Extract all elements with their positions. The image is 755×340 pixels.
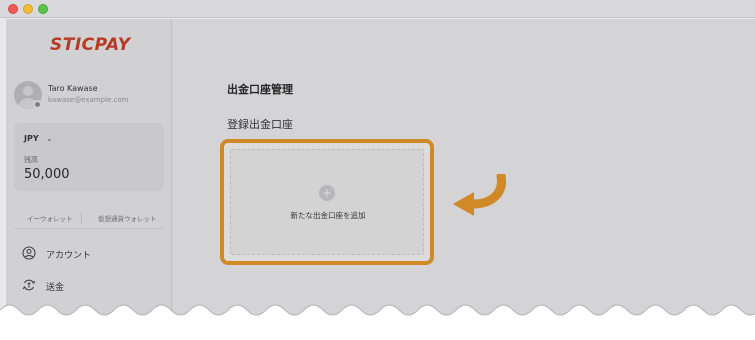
chevron-down-icon[interactable]: ⌄ — [46, 134, 53, 143]
maximize-window-button[interactable] — [38, 4, 48, 14]
torn-edge — [0, 304, 755, 340]
balance-card: JPY ⌄ 残高 50,000 — [14, 123, 164, 191]
sidebar: STICPAY Taro Kawase kawase@example.com J… — [6, 19, 172, 340]
currency-selector[interactable]: JPY — [24, 134, 39, 143]
add-withdrawal-account-card[interactable]: + 新たな出金口座を追加 — [230, 149, 424, 255]
add-account-label: 新たな出金口座を追加 — [290, 211, 366, 220]
tab-ewallet[interactable]: イーウォレット — [27, 213, 73, 223]
send-money-icon — [22, 279, 36, 291]
app-window: STICPAY Taro Kawase kawase@example.com J… — [0, 0, 755, 340]
app-content: STICPAY Taro Kawase kawase@example.com J… — [6, 19, 755, 340]
sidebar-item-label: 送金 — [46, 283, 65, 293]
balance-amount: 50,000 — [24, 167, 70, 182]
main-panel: 出金口座管理 登録出金口座 + 新たな出金口座を追加 — [173, 19, 755, 340]
highlight-frame: + 新たな出金口座を追加 — [220, 139, 434, 265]
sidebar-item-label: アカウント — [46, 251, 92, 261]
title-bar — [0, 0, 755, 18]
account-circle-icon — [22, 246, 36, 260]
user-email: kawase@example.com — [48, 96, 129, 104]
tab-crypto-wallet[interactable]: 仮想通貨ウォレット — [98, 213, 157, 223]
close-window-button[interactable] — [8, 4, 18, 14]
avatar-head — [23, 86, 33, 96]
section-title: 登録出金口座 — [227, 118, 293, 131]
user-name: Taro Kawase — [48, 84, 98, 93]
minimize-window-button[interactable] — [23, 4, 33, 14]
avatar-status-badge — [33, 100, 42, 109]
page-title: 出金口座管理 — [227, 83, 293, 96]
wallet-tabs: イーウォレット 仮想通貨ウォレット — [14, 209, 164, 229]
sticpay-logo: STICPAY — [50, 35, 131, 55]
tab-divider — [81, 212, 82, 224]
balance-label: 残高 — [24, 156, 38, 164]
plus-icon: + — [319, 185, 335, 201]
pointer-arrow-icon — [453, 174, 506, 216]
